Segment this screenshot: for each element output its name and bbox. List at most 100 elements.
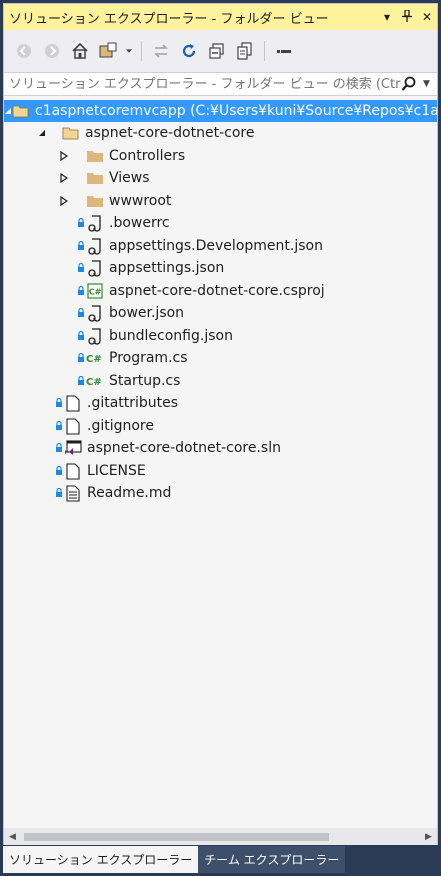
refresh-icon[interactable] xyxy=(177,39,201,63)
folder-icon xyxy=(86,147,104,165)
csharp-file-icon: C# xyxy=(86,349,104,367)
file-icon xyxy=(64,394,82,412)
horizontal-scrollbar[interactable]: ◀ ▶ xyxy=(4,828,437,845)
toolbar xyxy=(4,30,437,72)
toolbar-separator xyxy=(264,41,265,61)
tree-item-label: aspnet-core-dotnet-core.csproj xyxy=(109,283,325,299)
tab-team-explorer[interactable]: チーム エクスプローラー xyxy=(198,846,346,873)
json-file-icon xyxy=(86,327,104,345)
expanded-arrow-icon[interactable] xyxy=(36,127,48,139)
config-file-icon xyxy=(86,214,104,232)
tree-item-label: .gitignore xyxy=(87,418,154,434)
tree-item-label: bower.json xyxy=(109,305,185,321)
csharp-file-icon: C# xyxy=(86,372,104,390)
tree-item-file[interactable]: appsettings.Development.json xyxy=(4,235,437,257)
search-options-dropdown-icon[interactable]: ▼ xyxy=(423,79,437,89)
tree-item-file[interactable]: Readme.md xyxy=(4,482,437,504)
scroll-right-icon[interactable]: ▶ xyxy=(420,832,437,842)
scrollbar-thumb[interactable] xyxy=(24,833,329,841)
tree-item-file[interactable]: C# aspnet-core-dotnet-core.csproj xyxy=(4,280,437,302)
window-menu-dropdown-icon[interactable]: ▾ xyxy=(377,10,397,24)
window-title: ソリューション エクスプローラー - フォルダー ビュー xyxy=(9,11,329,27)
lock-icon xyxy=(76,330,86,342)
tree-item-file[interactable]: appsettings.json xyxy=(4,257,437,279)
sync-icon[interactable] xyxy=(149,39,173,63)
lock-icon xyxy=(76,217,86,229)
collapse-all-icon[interactable] xyxy=(205,39,229,63)
csproj-file-icon: C# xyxy=(86,282,104,300)
expanded-arrow-icon[interactable] xyxy=(4,105,12,117)
lock-icon xyxy=(76,240,86,252)
tree-item-label: appsettings.json xyxy=(109,260,225,276)
tree-item-file[interactable]: aspnet-core-dotnet-core.sln xyxy=(4,437,437,459)
search-bar: ▼ xyxy=(4,72,437,96)
tree-item-label: aspnet-core-dotnet-core.sln xyxy=(87,440,281,456)
back-icon[interactable] xyxy=(12,39,36,63)
lock-icon xyxy=(54,465,64,477)
tree-item-file[interactable]: .gitignore xyxy=(4,415,437,437)
solution-explorer-panel: ソリューション エクスプローラー - フォルダー ビュー ▾ ✕ ソリューション… xyxy=(3,3,438,845)
lock-icon xyxy=(76,352,86,364)
views-dropdown-icon[interactable] xyxy=(124,39,134,63)
title-bar[interactable]: ソリューション エクスプローラー - フォルダー ビュー ▾ ✕ xyxy=(4,4,437,30)
folder-icon xyxy=(86,192,104,210)
tree-item-label: aspnet-core-dotnet-core xyxy=(85,125,255,141)
tree-item-label: appsettings.Development.json xyxy=(109,238,323,254)
svg-text:C#: C# xyxy=(86,354,102,365)
pin-icon[interactable] xyxy=(397,8,417,25)
file-tree: c1aspnetcoremvcapp (C:¥Users¥kuni¥Source… xyxy=(4,98,437,824)
json-file-icon xyxy=(86,237,104,255)
lock-icon xyxy=(54,487,64,499)
tree-item-label: LICENSE xyxy=(87,463,146,479)
tree-item-label: Startup.cs xyxy=(109,373,181,389)
collapsed-arrow-icon[interactable] xyxy=(58,172,70,184)
collapsed-arrow-icon[interactable] xyxy=(58,150,70,162)
search-icon[interactable] xyxy=(401,76,423,92)
folder-open-icon xyxy=(62,124,80,142)
folder-icon xyxy=(86,169,104,187)
scrollbar-track[interactable] xyxy=(21,828,420,845)
show-all-files-icon[interactable] xyxy=(233,39,257,63)
tree-item-project[interactable]: aspnet-core-dotnet-core xyxy=(4,122,437,144)
lock-icon xyxy=(54,397,64,409)
tree-item-root[interactable]: c1aspnetcoremvcapp (C:¥Users¥kuni¥Source… xyxy=(4,100,437,122)
json-file-icon xyxy=(86,259,104,277)
tree-item-file[interactable]: LICENSE xyxy=(4,460,437,482)
tree-item-folder[interactable]: wwwroot xyxy=(4,190,437,212)
tree-item-file[interactable]: C# Program.cs xyxy=(4,347,437,369)
tree-item-label: Readme.md xyxy=(87,485,172,501)
tree-item-label: .gitattributes xyxy=(87,395,179,411)
tree-item-file[interactable]: .bowerrc xyxy=(4,212,437,234)
scroll-left-icon[interactable]: ◀ xyxy=(4,832,21,842)
file-icon xyxy=(64,417,82,435)
lock-icon xyxy=(54,420,64,432)
text-file-icon xyxy=(64,484,82,502)
close-icon[interactable]: ✕ xyxy=(417,10,437,24)
bottom-tabs: ソリューション エクスプローラー チーム エクスプローラー xyxy=(3,846,346,873)
tree-item-file[interactable]: bower.json xyxy=(4,302,437,324)
tree-item-file[interactable]: bundleconfig.json xyxy=(4,325,437,347)
tree-item-label: bundleconfig.json xyxy=(109,328,233,344)
properties-icon[interactable] xyxy=(272,39,296,63)
lock-icon xyxy=(76,262,86,274)
tree-item-label: c1aspnetcoremvcapp (C:¥Users¥kuni¥Source… xyxy=(35,103,437,119)
tree-item-label: Controllers xyxy=(109,148,186,164)
lock-icon xyxy=(76,375,86,387)
search-input[interactable] xyxy=(9,76,401,92)
tree-item-file[interactable]: C# Startup.cs xyxy=(4,370,437,392)
json-file-icon xyxy=(86,304,104,322)
forward-icon[interactable] xyxy=(40,39,64,63)
switch-views-icon[interactable] xyxy=(96,39,120,63)
tree-item-folder[interactable]: Views xyxy=(4,167,437,189)
tree-item-folder[interactable]: Controllers xyxy=(4,145,437,167)
lock-icon xyxy=(54,442,64,454)
tab-solution-explorer[interactable]: ソリューション エクスプローラー xyxy=(3,846,199,873)
folder-open-icon xyxy=(12,102,30,120)
home-icon[interactable] xyxy=(68,39,92,63)
collapsed-arrow-icon[interactable] xyxy=(58,195,70,207)
tree-item-file[interactable]: .gitattributes xyxy=(4,392,437,414)
svg-text:C#: C# xyxy=(86,377,102,388)
svg-text:C#: C# xyxy=(89,288,102,297)
tree-item-label: Program.cs xyxy=(109,350,188,366)
tree-item-label: Views xyxy=(109,170,150,186)
